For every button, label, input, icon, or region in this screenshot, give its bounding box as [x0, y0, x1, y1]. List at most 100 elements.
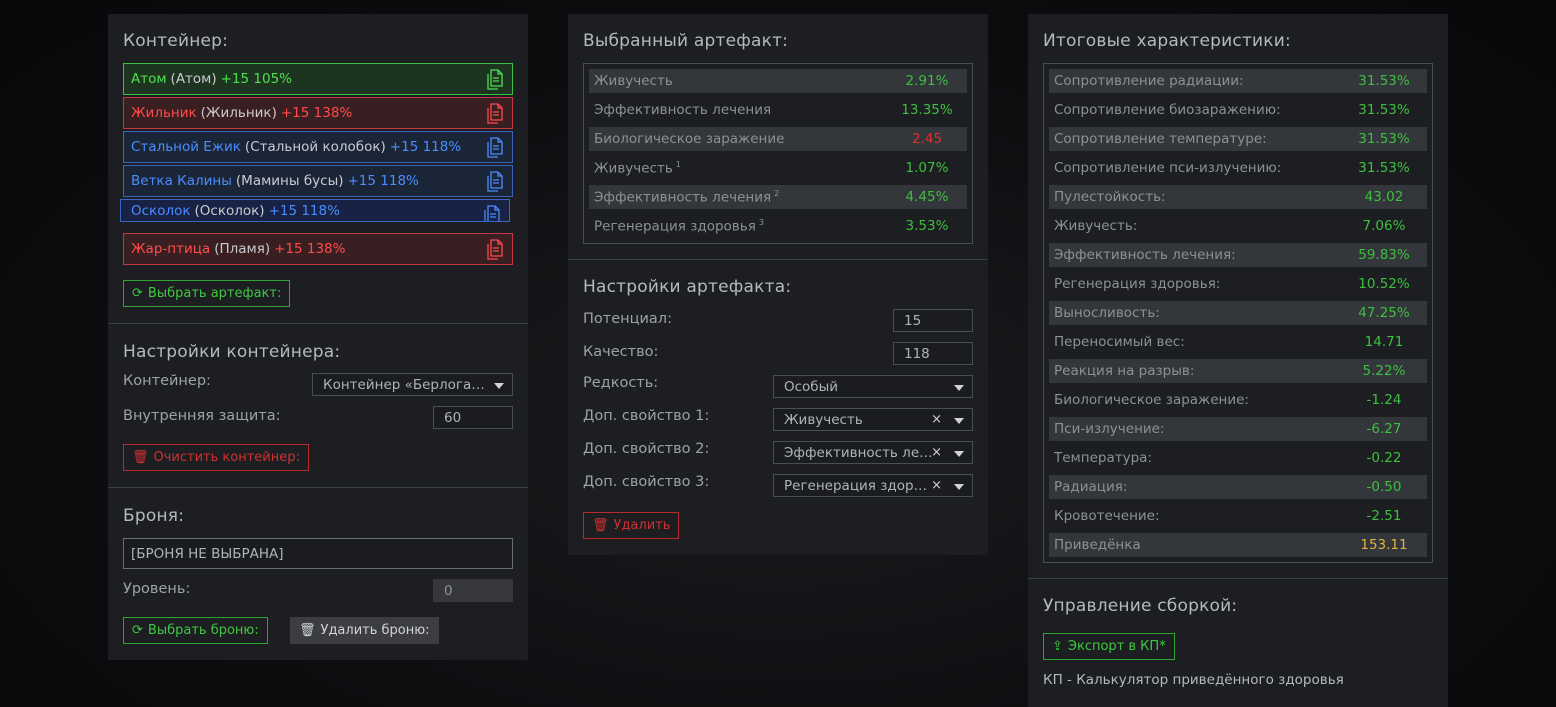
container-label: Контейнер: [123, 373, 211, 389]
artifact-slot[interactable]: Осколок (Осколок) +15 118% [120, 199, 510, 222]
trash-icon: 🗑 [592, 518, 609, 533]
total-row: Реакция на разрыв: 5.22% [1049, 359, 1427, 383]
remove-armor-button[interactable]: 🗑 Удалить броню: [290, 617, 439, 644]
total-value: -0.50 [1366, 479, 1402, 495]
total-row: Живучесть: 7.06% [1049, 214, 1427, 238]
armor-field[interactable]: [БРОНЯ НЕ ВЫБРАНА] [123, 538, 513, 569]
total-row: Пулестойкость: 43.02 [1049, 185, 1427, 209]
artifact-slot-base: (Атом) [170, 71, 217, 87]
prop3-label: Доп. свойство 3: [583, 474, 710, 490]
total-name: Выносливость: [1054, 305, 1160, 321]
artifact-settings-title: Настройки артефакта: [583, 277, 792, 297]
artifact-slot[interactable]: Жар-птица (Пламя) +15 138% [123, 233, 513, 265]
document-icon[interactable] [486, 137, 504, 158]
total-value: 153.11 [1360, 537, 1408, 553]
total-name: Сопротивление радиации: [1054, 73, 1244, 89]
stat-value: 4.45% [905, 189, 949, 205]
total-value: 31.53% [1358, 160, 1410, 176]
document-icon[interactable] [483, 205, 501, 222]
stat-name: Живучесть 1 [594, 159, 681, 177]
stat-sup: 3 [758, 217, 764, 227]
container-panel: Контейнер: Атом (Атом) +15 105% Жильник (Жил… [108, 14, 528, 660]
total-value: 43.02 [1364, 189, 1404, 205]
artifact-slot-base: (Осколок) [194, 202, 265, 219]
protection-label: Внутренняя защита: [123, 408, 281, 424]
artifact-slot[interactable]: Атом (Атом) +15 105% [123, 63, 513, 95]
quality-input[interactable]: 118 [893, 342, 973, 365]
total-name: Температура: [1054, 450, 1152, 466]
artifact-panel: Выбранный артефакт: Живучесть 2.91% Эффект… [568, 14, 988, 555]
container-select[interactable]: Контейнер «Берлога… [312, 373, 513, 396]
stat-name: Регенерация здоровья 3 [594, 217, 764, 235]
build-footnote: КП - Калькулятор приведённого здоровья [1043, 672, 1344, 688]
stat-row: Живучесть 1 1.07% [589, 156, 967, 180]
export-button[interactable]: ⇪ Экспорт в КП* [1043, 633, 1175, 660]
artifact-slot-base: (Стальной колобок) [244, 139, 386, 155]
total-row: Радиация: -0.50 [1049, 475, 1427, 499]
artifact-slot-level: +15 138% [280, 105, 353, 121]
document-icon[interactable] [486, 103, 504, 124]
total-value: 31.53% [1358, 73, 1410, 89]
potential-input[interactable]: 15 [893, 309, 973, 332]
potential-label: Потенциал: [583, 311, 672, 327]
protection-input[interactable]: 60 [433, 406, 513, 429]
stat-value: 1.07% [905, 160, 949, 176]
clear-container-button[interactable]: 🗑 Очистить контейнер: [123, 444, 309, 471]
delete-artifact-button[interactable]: 🗑 Удалить [583, 512, 680, 539]
clear-icon[interactable]: × [931, 412, 942, 427]
stat-row: Живучесть 2.91% [589, 69, 967, 93]
artifact-slot-name: Жильник [131, 105, 197, 121]
total-value: -2.51 [1366, 508, 1402, 524]
stat-value: 2.91% [905, 73, 949, 89]
artifact-slot[interactable]: Стальной Ежик (Стальной колобок) +15 118% [123, 131, 513, 163]
totals-panel: Итоговые характеристики: Сопротивление р… [1028, 14, 1448, 707]
prop3-select[interactable]: Регенерация здор… × [773, 474, 973, 497]
artifact-slot-base: (Пламя) [214, 241, 271, 257]
prop1-label: Доп. свойство 1: [583, 408, 710, 424]
total-row: Сопротивление радиации: 31.53% [1049, 69, 1427, 93]
prop2-select[interactable]: Эффективность ле… × [773, 441, 973, 464]
stat-row: Биологическое заражение 2.45 [589, 127, 967, 151]
prop1-select[interactable]: Живучесть × [773, 408, 973, 431]
document-icon[interactable] [486, 239, 504, 260]
refresh-icon: ⟳ [132, 286, 143, 301]
container-title: Контейнер: [123, 31, 229, 51]
choose-armor-button[interactable]: ⟳ Выбрать броню: [123, 617, 268, 644]
choose-artifact-button[interactable]: ⟳ Выбрать артефакт: [123, 280, 291, 307]
artifact-slot-name: Стальной Ежик [131, 139, 241, 155]
stat-value: 3.53% [905, 218, 949, 234]
divider [108, 323, 528, 324]
total-row: Переносимый вес: 14.71 [1049, 330, 1427, 354]
clear-icon[interactable]: × [931, 478, 942, 493]
stat-sup: 1 [675, 159, 681, 169]
total-value: 47.25% [1358, 305, 1410, 321]
total-name: Сопротивление температуре: [1054, 131, 1267, 147]
artifact-slot[interactable]: Ветка Калины (Мамины бусы) +15 118% [123, 165, 513, 197]
artifact-slot-level: +15 118% [268, 202, 340, 219]
chevron-down-icon [494, 383, 504, 389]
document-icon[interactable] [486, 69, 504, 90]
artifact-slot-name: Жар-птица [131, 241, 211, 257]
artifact-slot[interactable]: Жильник (Жильник) +15 138% [123, 97, 513, 129]
stat-row: Регенерация здоровья 3 3.53% [589, 214, 967, 238]
artifact-slot-level: +15 118% [389, 139, 462, 155]
clear-icon[interactable]: × [931, 445, 942, 460]
total-value: 7.06% [1362, 218, 1406, 234]
total-value: 31.53% [1358, 102, 1410, 118]
totals-stats: Сопротивление радиации: 31.53% Сопротивлен… [1043, 63, 1433, 563]
refresh-icon: ⟳ [132, 623, 143, 638]
total-name: Приведёнка [1054, 537, 1141, 553]
rarity-select[interactable]: Особый [773, 375, 973, 398]
stat-name: Эффективность лечения [594, 102, 772, 118]
total-name: Биологическое заражение: [1054, 392, 1249, 408]
total-name: Сопротивление биозаражению: [1054, 102, 1281, 118]
total-value: -1.24 [1366, 392, 1402, 408]
stat-value: 2.45 [911, 131, 943, 147]
total-value: -6.27 [1366, 421, 1402, 437]
total-row: Регенерация здоровья: 10.52% [1049, 272, 1427, 296]
chevron-down-icon [954, 418, 964, 424]
quality-label: Качество: [583, 344, 659, 360]
armor-level-input[interactable]: 0 [433, 579, 513, 602]
document-icon[interactable] [486, 171, 504, 192]
stat-value: 13.35% [901, 102, 953, 118]
